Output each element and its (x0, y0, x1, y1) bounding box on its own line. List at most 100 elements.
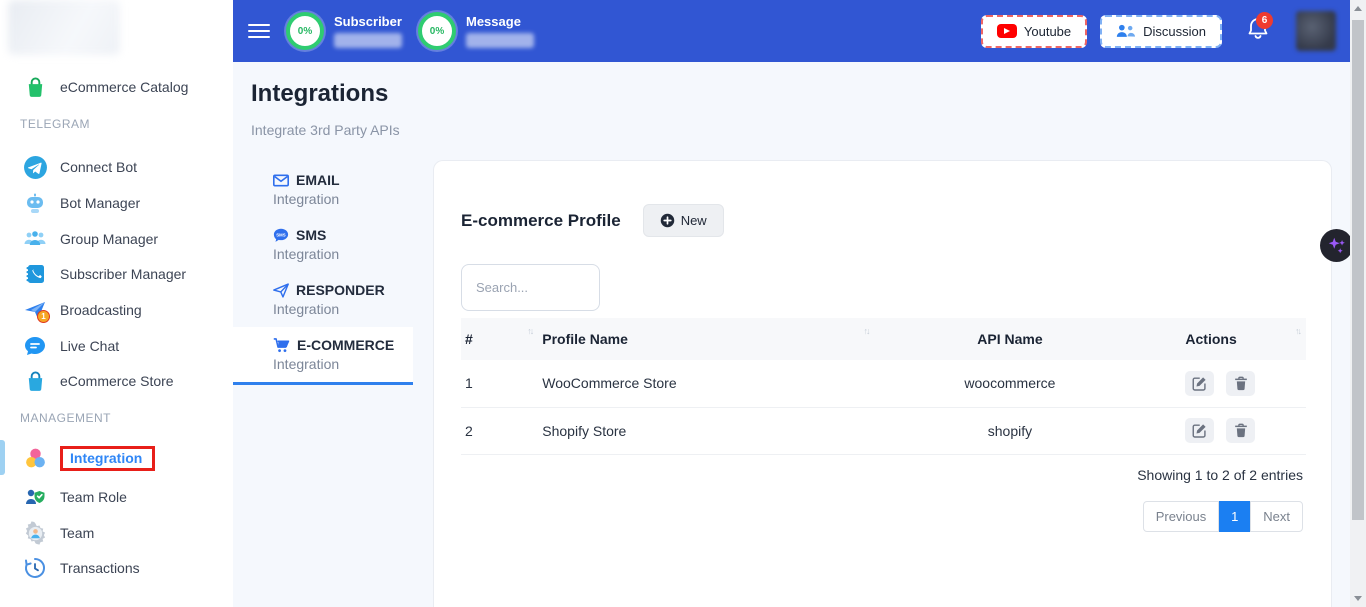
message-value-blurred (466, 33, 534, 48)
edit-pencil-icon (1192, 423, 1207, 438)
edit-pencil-icon (1192, 376, 1207, 391)
subnav-item-subtitle: Integration (273, 301, 413, 317)
subnav-item-responder[interactable]: RESPONDER Integration (233, 272, 413, 327)
subnav-item-subtitle: Integration (273, 356, 413, 372)
sort-icon[interactable]: ↑↓ (1295, 326, 1300, 336)
sort-icon[interactable]: ↑↓ (527, 326, 532, 336)
sidebar-item-label: Team Role (60, 489, 127, 505)
sidebar-item-live-chat[interactable]: Live Chat (0, 329, 233, 363)
youtube-icon (997, 24, 1017, 38)
row-profile-name: WooCommerce Store (538, 360, 874, 407)
sidebar-item-broadcasting[interactable]: 1 Broadcasting (0, 293, 233, 327)
row-num: 2 (461, 407, 538, 454)
subscriber-percent: 0% (298, 26, 312, 37)
notifications-button[interactable]: 6 (1246, 16, 1270, 47)
delete-button[interactable] (1226, 371, 1255, 396)
new-profile-button[interactable]: New (643, 204, 724, 237)
edit-button[interactable] (1185, 418, 1214, 443)
subnav-item-ecommerce[interactable]: E-COMMERCE Integration (233, 327, 413, 385)
scroll-down-arrow-icon[interactable] (1354, 596, 1362, 601)
sidebar-item-label: Group Manager (60, 231, 158, 247)
search-input[interactable] (461, 264, 600, 311)
sparkles-icon (1326, 235, 1348, 257)
sidebar-item-team[interactable]: Team (0, 516, 233, 550)
subnav-item-title: RESPONDER (296, 282, 385, 298)
hamburger-menu-icon[interactable] (248, 20, 270, 42)
sms-icon: SMS (273, 228, 289, 243)
row-api-name: shopify (874, 407, 1145, 454)
app-window: eCommerce Catalog TELEGRAM Connect Bot B… (0, 0, 1366, 607)
app-logo (8, 0, 120, 55)
subnav-item-title: E-COMMERCE (297, 337, 394, 353)
column-header-actions[interactable]: Actions↑↓ (1145, 318, 1306, 360)
sidebar-item-bot-manager[interactable]: Bot Manager (0, 186, 233, 220)
row-num: 1 (461, 360, 538, 407)
sidebar-item-ecommerce-store[interactable]: eCommerce Store (0, 364, 233, 398)
column-header-profile-name[interactable]: Profile Name↑↓ (538, 318, 874, 360)
subnav-item-title: SMS (296, 227, 326, 243)
sidebar-item-label: Live Chat (60, 338, 119, 354)
column-header-num[interactable]: #↑↓ (461, 318, 538, 360)
email-icon (273, 174, 289, 187)
sidebar-item-label: Team (60, 525, 94, 541)
svg-text:SMS: SMS (276, 232, 285, 237)
robot-icon (22, 190, 48, 216)
sidebar-item-team-role[interactable]: Team Role (0, 480, 233, 514)
main-content: Integrations Integrate 3rd Party APIs EM… (233, 62, 1350, 607)
current-page-button[interactable]: 1 (1219, 501, 1250, 532)
pagination: Previous 1 Next (1143, 501, 1303, 532)
responder-send-icon (273, 283, 289, 298)
broadcast-badge: 1 (37, 310, 50, 323)
top-header: 0% Subscriber 0% Message Youtube Discuss… (233, 0, 1350, 62)
edit-button[interactable] (1185, 371, 1214, 396)
sidebar-item-label: Integration (70, 450, 142, 466)
vertical-scrollbar[interactable] (1350, 0, 1366, 607)
sidebar-item-label: eCommerce Store (60, 373, 174, 389)
annotation-red-box: Integration (60, 446, 155, 471)
user-avatar[interactable] (1296, 11, 1336, 51)
page-subtitle: Integrate 3rd Party APIs (251, 122, 400, 138)
sidebar-item-label: Bot Manager (60, 195, 140, 211)
subnav-item-subtitle: Integration (273, 246, 413, 262)
sidebar-section-telegram: TELEGRAM (20, 117, 90, 131)
subnav-item-sms[interactable]: SMS SMS Integration (233, 217, 413, 272)
sidebar-item-ecommerce-catalog[interactable]: eCommerce Catalog (0, 70, 233, 104)
youtube-button[interactable]: Youtube (981, 15, 1087, 48)
plus-circle-icon (660, 213, 675, 228)
sidebar-item-transactions[interactable]: Transactions (0, 551, 233, 585)
team-role-shield-icon (22, 484, 48, 510)
previous-page-button[interactable]: Previous (1143, 501, 1220, 532)
youtube-button-label: Youtube (1024, 24, 1071, 39)
sidebar-item-label: Connect Bot (60, 159, 137, 175)
ai-assistant-fab[interactable] (1320, 229, 1353, 262)
subnav-item-title: EMAIL (296, 172, 340, 188)
sidebar-item-connect-bot[interactable]: Connect Bot (0, 150, 233, 184)
discussion-users-icon (1116, 23, 1136, 39)
profiles-table: #↑↓ Profile Name↑↓ API Name Actions↑↓ 1 … (461, 318, 1306, 455)
trash-icon (1234, 376, 1248, 391)
next-page-button[interactable]: Next (1250, 501, 1303, 532)
message-label: Message (466, 14, 534, 29)
shopping-bag-green-icon (22, 74, 48, 100)
table-row: 1 WooCommerce Store woocommerce (461, 360, 1306, 407)
sidebar: eCommerce Catalog TELEGRAM Connect Bot B… (0, 0, 233, 607)
sidebar-item-group-manager[interactable]: Group Manager (0, 222, 233, 256)
scroll-up-arrow-icon[interactable] (1354, 6, 1362, 11)
subscriber-label: Subscriber (334, 14, 402, 29)
delete-button[interactable] (1226, 418, 1255, 443)
subnav-item-subtitle: Integration (273, 191, 413, 207)
page-title: Integrations (251, 80, 388, 108)
subscriber-value-blurred (334, 33, 402, 48)
discussion-button[interactable]: Discussion (1100, 15, 1222, 48)
column-header-api-name[interactable]: API Name (874, 318, 1145, 360)
subnav-item-email[interactable]: EMAIL Integration (233, 162, 413, 217)
message-progress-ring: 0% (418, 12, 456, 50)
sidebar-item-integration[interactable]: Integration (0, 441, 233, 475)
sidebar-item-label: Broadcasting (60, 302, 142, 318)
subscriber-progress-ring: 0% (286, 12, 324, 50)
sidebar-item-subscriber-manager[interactable]: Subscriber Manager (0, 257, 233, 291)
row-api-name: woocommerce (874, 360, 1145, 407)
sort-icon[interactable]: ↑↓ (863, 326, 868, 336)
scrollbar-thumb[interactable] (1352, 20, 1364, 520)
showing-entries-text: Showing 1 to 2 of 2 entries (1137, 467, 1303, 483)
